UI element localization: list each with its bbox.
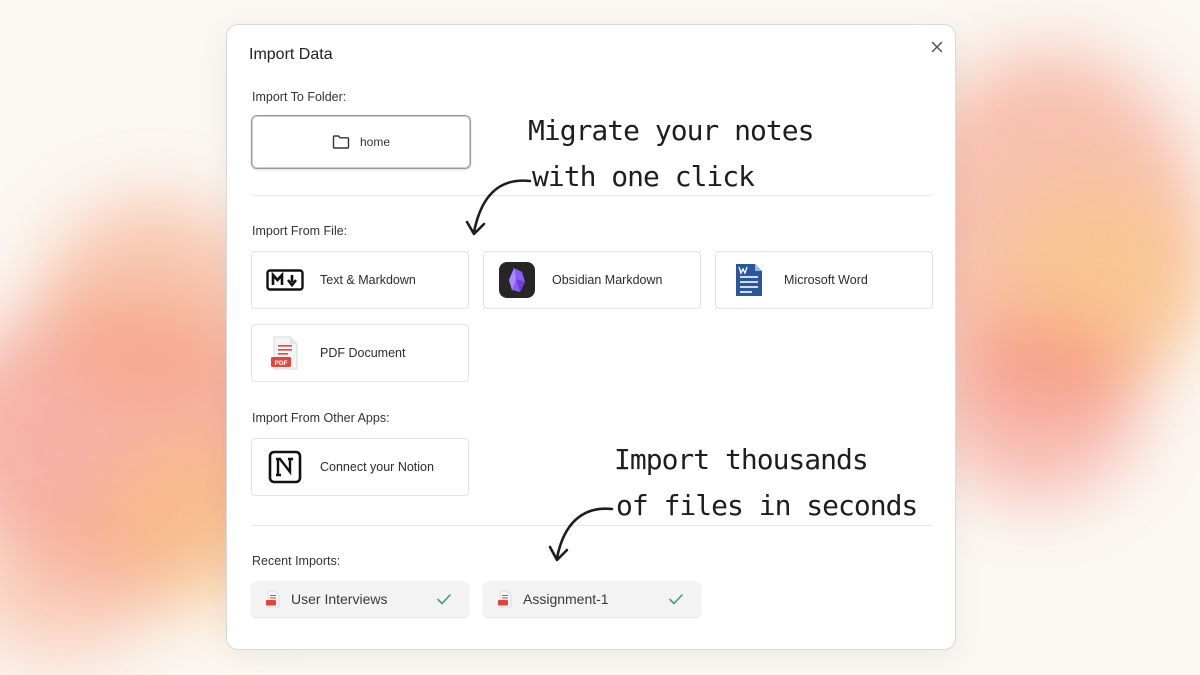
checkmark-icon — [437, 594, 451, 605]
import-to-folder-label: Import To Folder: — [252, 90, 347, 104]
markdown-icon — [266, 269, 304, 291]
folder-name: home — [359, 135, 391, 149]
import-text-markdown-button[interactable]: Text & Markdown — [251, 251, 469, 309]
import-option-label: Text & Markdown — [320, 273, 416, 287]
folder-select-button[interactable]: home — [251, 115, 471, 169]
import-option-label: Microsoft Word — [784, 273, 868, 287]
annotation-line: of files in seconds — [616, 489, 918, 522]
arrow-icon — [548, 507, 614, 562]
annotation-line: Import thousands — [614, 443, 869, 476]
annotation-line: Migrate your notes — [528, 114, 814, 147]
annotation-line: with one click — [532, 160, 755, 193]
import-from-file-label: Import From File: — [252, 224, 348, 238]
import-from-apps-label: Import From Other Apps: — [252, 411, 390, 425]
dialog-title: Import Data — [249, 46, 333, 63]
recent-import-name: Assignment-1 — [523, 591, 609, 607]
checkmark-icon — [669, 594, 683, 605]
recent-imports-label: Recent Imports: — [252, 554, 341, 568]
import-obsidian-button[interactable]: Obsidian Markdown — [483, 251, 701, 309]
word-icon — [736, 264, 762, 296]
import-option-label: Connect your Notion — [320, 460, 434, 474]
watercolor-splash — [930, 320, 1140, 500]
import-option-label: Obsidian Markdown — [552, 273, 663, 287]
annotation-import-thousands: Import thousands of files in seconds — [614, 437, 918, 529]
obsidian-icon — [499, 262, 535, 298]
close-icon — [931, 41, 943, 53]
recent-import-name: User Interviews — [291, 591, 388, 607]
connect-notion-button[interactable]: Connect your Notion — [251, 438, 469, 496]
recent-import-item[interactable]: Assignment-1 — [483, 581, 701, 617]
svg-text:PDF: PDF — [275, 360, 288, 367]
pdf-file-icon — [498, 590, 512, 608]
import-option-label: PDF Document — [320, 346, 406, 360]
annotation-migrate: Migrate your notes with one click — [528, 108, 814, 200]
import-word-button[interactable]: Microsoft Word — [715, 251, 933, 309]
close-button[interactable] — [927, 37, 947, 57]
import-pdf-button[interactable]: PDF PDF Document — [251, 324, 469, 382]
pdf-file-icon — [266, 590, 280, 608]
recent-import-item[interactable]: User Interviews — [251, 581, 469, 617]
arrow-icon — [465, 179, 532, 236]
notion-icon — [268, 450, 302, 484]
folder-icon — [332, 135, 350, 149]
pdf-icon: PDF — [271, 336, 298, 370]
